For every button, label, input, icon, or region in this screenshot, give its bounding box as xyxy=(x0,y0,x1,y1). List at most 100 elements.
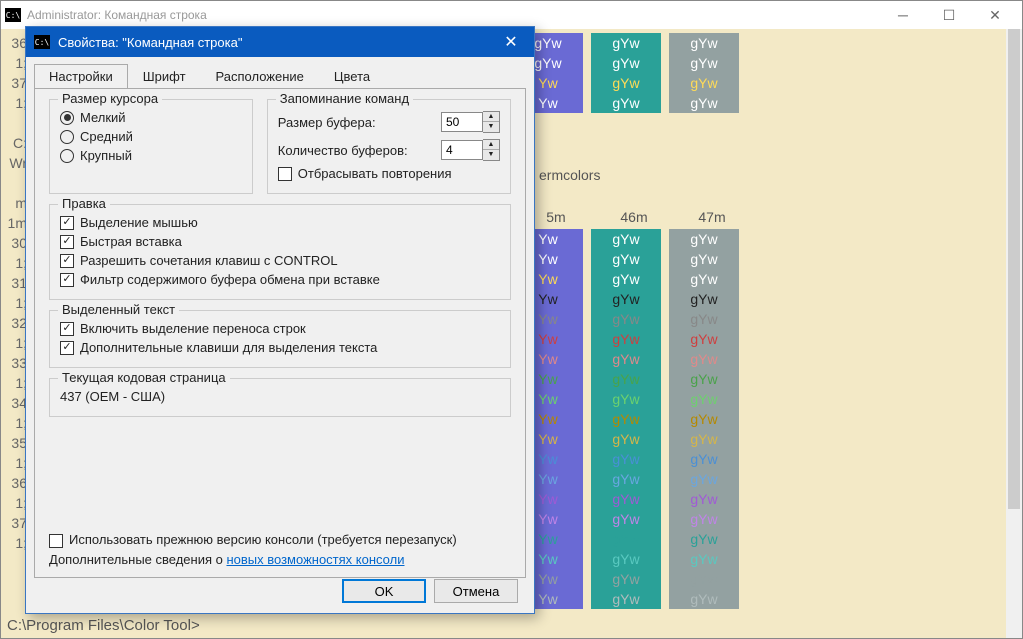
edit-options-group: Правка Выделение мышьюБыстрая вставкаРаз… xyxy=(49,204,511,300)
color-swatch: gYw xyxy=(669,309,739,329)
cancel-button[interactable]: Отмена xyxy=(434,579,518,603)
checkbox-icon[interactable] xyxy=(49,534,63,548)
edit-option-row-0[interactable]: Выделение мышью xyxy=(60,213,500,232)
color-swatch: gYw xyxy=(669,509,739,529)
color-swatch: gYw xyxy=(669,73,739,93)
maximize-button[interactable]: ☐ xyxy=(926,1,972,29)
prompt: C:\Program Files\Color Tool> xyxy=(7,617,200,634)
column-header: 46m xyxy=(595,209,673,225)
checkbox-icon[interactable] xyxy=(60,273,74,287)
color-swatch: gYw xyxy=(669,289,739,309)
color-swatch: gYw xyxy=(669,549,739,569)
color-swatch: gYw xyxy=(669,93,739,113)
edit-option-row-3[interactable]: Фильтр содержимого буфера обмена при вст… xyxy=(60,270,500,289)
cmd-icon: C:\ xyxy=(5,8,21,22)
color-swatch: gYw xyxy=(669,329,739,349)
checkbox-icon[interactable] xyxy=(278,167,292,181)
codepage-group: Текущая кодовая страница 437 (OEM - США) xyxy=(49,378,511,417)
cursor-size-group: Размер курсора Мелкий Средний Крупный xyxy=(49,99,253,194)
buffer-size-label: Размер буфера: xyxy=(278,115,376,130)
color-swatch: gYw xyxy=(669,53,739,73)
group-legend: Правка xyxy=(58,196,110,211)
color-swatch: gYw xyxy=(591,549,661,569)
tab-font[interactable]: Шрифт xyxy=(128,64,201,89)
color-swatch: gYw xyxy=(591,269,661,289)
scrollbar-thumb[interactable] xyxy=(1008,29,1020,509)
dialog-titlebar: C:\ Свойства: "Командная строка" ✕ xyxy=(26,27,534,57)
selected-text-group: Выделенный текст Включить выделение пере… xyxy=(49,310,511,368)
minimize-button[interactable]: ─ xyxy=(880,1,926,29)
console-title: Administrator: Командная строка xyxy=(27,8,880,22)
checkbox-icon[interactable] xyxy=(60,235,74,249)
console-titlebar: C:\ Administrator: Командная строка ─ ☐ … xyxy=(1,1,1022,29)
command-history-group: Запоминание команд Размер буфера: ▲▼ Кол… xyxy=(267,99,511,194)
tab-strip: Настройки Шрифт Расположение Цвета xyxy=(26,57,534,88)
new-features-link[interactable]: новых возможностях консоли xyxy=(226,552,404,567)
tab-settings[interactable]: Настройки xyxy=(34,64,128,89)
radio-large[interactable]: Крупный xyxy=(60,146,242,165)
color-swatch: gYw xyxy=(591,53,661,73)
checkbox-icon[interactable] xyxy=(60,254,74,268)
discard-duplicates-checkbox-row[interactable]: Отбрасывать повторения xyxy=(278,164,500,183)
dialog-close-button[interactable]: ✕ xyxy=(496,27,526,57)
spinner-up-icon[interactable]: ▲ xyxy=(483,140,499,150)
tab-colors[interactable]: Цвета xyxy=(319,64,385,89)
color-swatch: gYw xyxy=(591,409,661,429)
checkbox-icon[interactable] xyxy=(60,322,74,336)
color-swatch: gYw xyxy=(591,509,661,529)
num-buffers-input[interactable] xyxy=(441,140,483,160)
color-swatch: gYw xyxy=(591,73,661,93)
color-swatch: gYw xyxy=(591,33,661,53)
buffer-size-input[interactable] xyxy=(441,112,483,132)
color-swatch: gYw xyxy=(669,449,739,469)
seltext-option-row-1[interactable]: Дополнительные клавиши для выделения тек… xyxy=(60,338,500,357)
color-swatch: gYw xyxy=(669,409,739,429)
radio-medium[interactable]: Средний xyxy=(60,127,242,146)
color-swatch: gYw xyxy=(591,93,661,113)
color-swatch: gYw xyxy=(591,529,661,549)
color-swatch: gYw xyxy=(591,389,661,409)
num-buffers-label: Количество буферов: xyxy=(278,143,408,158)
color-swatch: gYw xyxy=(591,249,661,269)
console-text: ermcolors xyxy=(539,167,600,183)
num-buffers-spinner[interactable]: ▲▼ xyxy=(441,139,500,161)
radio-small[interactable]: Мелкий xyxy=(60,108,242,127)
scrollbar[interactable] xyxy=(1006,29,1022,638)
color-swatch: gYw xyxy=(669,369,739,389)
radio-icon[interactable] xyxy=(60,149,74,163)
group-legend: Размер курсора xyxy=(58,91,162,106)
close-button[interactable]: ✕ xyxy=(972,1,1018,29)
edit-option-row-1[interactable]: Быстрая вставка xyxy=(60,232,500,251)
cmd-icon: C:\ xyxy=(34,35,50,49)
edit-option-row-2[interactable]: Разрешить сочетания клавиш с CONTROL xyxy=(60,251,500,270)
color-swatch: gYw xyxy=(591,469,661,489)
color-swatch: gYw xyxy=(591,449,661,469)
group-legend: Текущая кодовая страница xyxy=(58,370,230,385)
color-swatch: gYw xyxy=(669,269,739,289)
tab-panel: Размер курсора Мелкий Средний Крупный За… xyxy=(34,88,526,578)
spinner-down-icon[interactable]: ▼ xyxy=(483,122,499,132)
spinner-up-icon[interactable]: ▲ xyxy=(483,112,499,122)
color-swatch: gYw xyxy=(591,349,661,369)
checkbox-icon[interactable] xyxy=(60,216,74,230)
properties-dialog: C:\ Свойства: "Командная строка" ✕ Настр… xyxy=(25,26,535,614)
column-header: 47m xyxy=(673,209,751,225)
radio-icon[interactable] xyxy=(60,130,74,144)
color-swatch: gYw xyxy=(591,369,661,389)
color-swatch: gYw xyxy=(591,229,661,249)
spinner-down-icon[interactable]: ▼ xyxy=(483,150,499,160)
color-swatch: gYw xyxy=(591,289,661,309)
group-legend: Запоминание команд xyxy=(276,91,413,106)
tab-layout[interactable]: Расположение xyxy=(201,64,319,89)
buffer-size-spinner[interactable]: ▲▼ xyxy=(441,111,500,133)
color-swatch: gYw xyxy=(669,529,739,549)
color-swatch: gYw xyxy=(669,229,739,249)
ok-button[interactable]: OK xyxy=(342,579,426,603)
color-swatch: gYw xyxy=(591,309,661,329)
checkbox-icon[interactable] xyxy=(60,341,74,355)
seltext-option-row-0[interactable]: Включить выделение переноса строк xyxy=(60,319,500,338)
legacy-console-checkbox-row[interactable]: Использовать прежнюю версию консоли (тре… xyxy=(49,530,511,550)
color-swatch: gYw xyxy=(669,249,739,269)
radio-icon[interactable] xyxy=(60,111,74,125)
color-swatch: gYw xyxy=(669,33,739,53)
